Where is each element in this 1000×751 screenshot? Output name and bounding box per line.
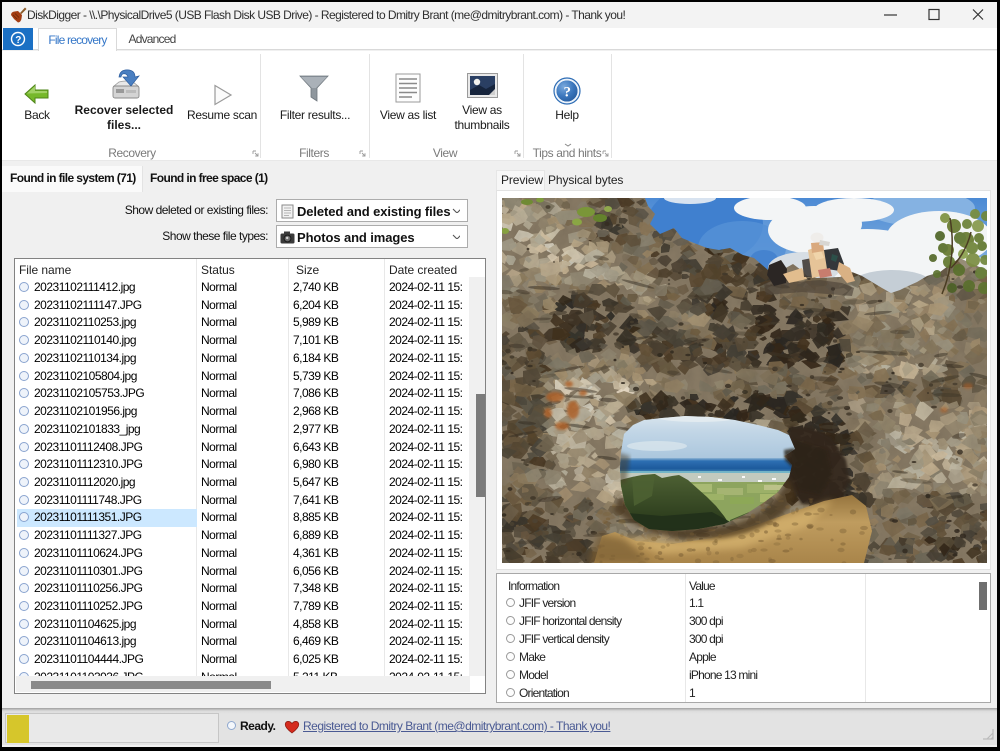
svg-text:?: ? xyxy=(564,85,571,101)
svg-text:?: ? xyxy=(15,35,21,46)
